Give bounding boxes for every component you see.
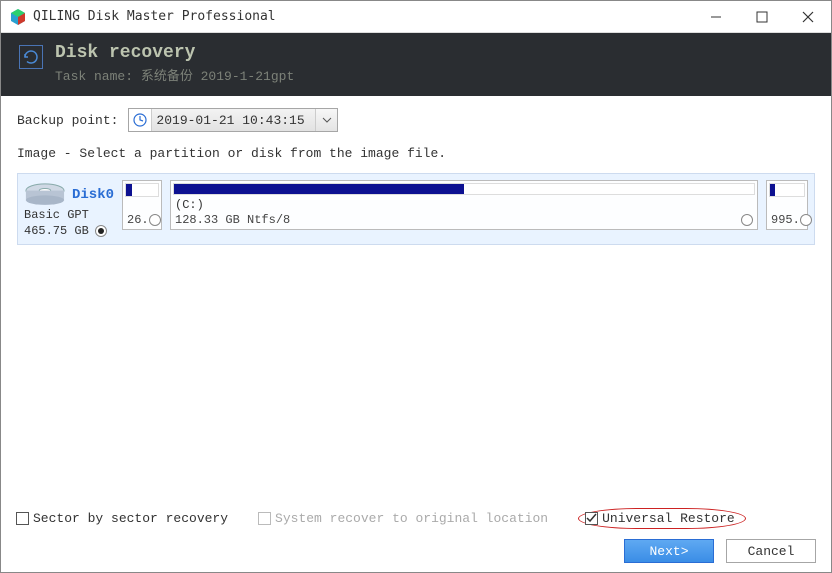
universal-restore-highlight: Universal Restore [578,508,746,529]
partition-1[interactable]: (C:) 128.33 GB Ntfs/8 [170,180,758,230]
partition-size: 128.33 GB Ntfs/8 [175,213,290,227]
content-area: Backup point: 2019-01-21 10:43:15 Image … [1,96,831,245]
disk-icon [24,182,66,208]
restore-icon [19,45,43,69]
partition-usage-bar [125,183,159,197]
partition-radio[interactable] [149,214,161,226]
chevron-down-icon [315,109,337,131]
maximize-button[interactable] [739,1,785,33]
checkbox-icon [258,512,271,525]
disk-size: 465.75 GB [24,224,89,238]
disk-radio[interactable] [95,225,107,237]
option-label: Universal Restore [602,511,735,526]
backup-point-label: Backup point: [17,113,118,128]
minimize-button[interactable] [693,1,739,33]
backup-point-row: Backup point: 2019-01-21 10:43:15 [17,108,815,132]
backup-point-select[interactable]: 2019-01-21 10:43:15 [128,108,338,132]
partition-size: 26. [127,213,149,227]
option-label: Sector by sector recovery [33,511,228,526]
next-button[interactable]: Next> [624,539,714,563]
disk-info: Disk0 Basic GPT 465.75 GB [24,180,114,238]
option-label: System recover to original location [275,511,548,526]
checkbox-icon [585,512,598,525]
task-name-label: Task name: [55,69,133,84]
task-name-line: Task name: 系统备份 2019-1-21gpt [55,65,294,84]
window-controls [693,1,831,33]
disk-name: Disk0 [72,187,114,203]
system-recover-option: System recover to original location [258,511,548,526]
checkbox-icon [16,512,29,525]
titlebar: QILING Disk Master Professional [1,1,831,33]
partition-usage-bar [769,183,805,197]
disk-type: Basic GPT [24,208,114,222]
options-row: Sector by sector recovery System recover… [16,508,816,529]
partition-label: (C:) [171,197,757,213]
app-logo-icon [9,8,27,26]
clock-icon [129,113,151,127]
footer-buttons: Next> Cancel [624,539,816,563]
sector-recovery-option[interactable]: Sector by sector recovery [16,511,228,526]
partition-size: 995. [771,213,800,227]
window-title: QILING Disk Master Professional [33,9,693,24]
page-title: Disk recovery [55,43,294,63]
partition-0[interactable]: 26. [122,180,162,230]
partition-radio[interactable] [800,214,812,226]
partition-usage-bar [173,183,755,195]
close-button[interactable] [785,1,831,33]
wizard-header: Disk recovery Task name: 系统备份 2019-1-21g… [1,33,831,96]
image-hint: Image - Select a partition or disk from … [17,146,815,161]
partition-2[interactable]: 995. [766,180,808,230]
universal-restore-option[interactable]: Universal Restore [585,511,735,526]
cancel-button[interactable]: Cancel [726,539,816,563]
task-name-value: 系统备份 2019-1-21gpt [141,69,294,84]
partition-radio[interactable] [741,214,753,226]
backup-point-value: 2019-01-21 10:43:15 [151,109,315,131]
disk-pane: Disk0 Basic GPT 465.75 GB 26. (C:) 128.3… [17,173,815,245]
